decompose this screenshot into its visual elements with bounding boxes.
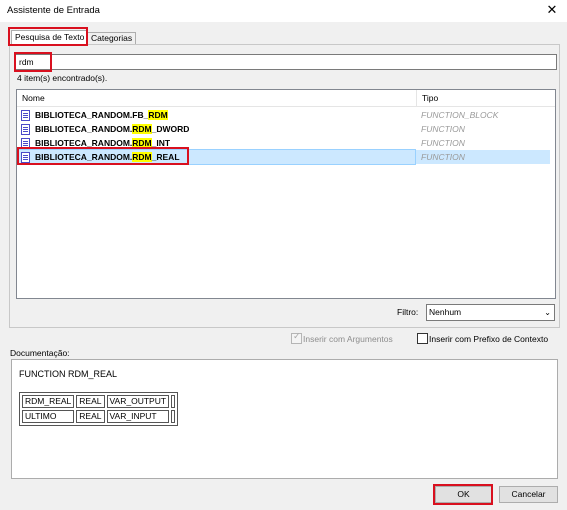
search-input[interactable]: rdm: [15, 54, 557, 70]
insert-with-args-checkbox[interactable]: ✓: [291, 331, 302, 344]
close-icon[interactable]: ✕: [545, 2, 559, 18]
insert-with-args-label: Inserir com Argumentos: [303, 334, 393, 344]
item-name: BIBLIOTECA_RANDOM.RDM_INT: [35, 138, 171, 148]
list-item-selected[interactable]: BIBLIOTECA_RANDOM.RDM_REAL FUNCTION: [17, 149, 550, 165]
item-type: FUNCTION: [421, 152, 465, 162]
checkmark-icon: ✓: [293, 331, 301, 341]
name-cell: BIBLIOTECA_RANDOM.RDM_DWORD: [19, 122, 415, 136]
title-bar: Assistente de Entrada ✕: [0, 0, 567, 22]
item-name: BIBLIOTECA_RANDOM.RDM_DWORD: [35, 124, 190, 134]
table-row: ULTIMO REAL VAR_INPUT: [22, 410, 176, 423]
param-name: ULTIMO: [22, 410, 75, 423]
column-header-type[interactable]: Tipo: [417, 90, 555, 107]
filter-value: Nenhum: [429, 307, 462, 317]
item-type: FUNCTION: [421, 138, 465, 148]
insert-with-context-checkbox[interactable]: [417, 333, 428, 344]
cancel-button[interactable]: Cancelar: [499, 486, 558, 503]
function-icon: [21, 152, 30, 163]
insert-with-context-label: Inserir com Prefixo de Contexto: [429, 334, 549, 344]
param-kind: VAR_INPUT: [106, 410, 170, 423]
param-comment: [171, 395, 176, 408]
table-row: RDM_REAL REAL VAR_OUTPUT: [22, 395, 176, 408]
name-cell: BIBLIOTECA_RANDOM.RDM_REAL: [18, 149, 416, 165]
column-header-name[interactable]: Nome: [17, 90, 417, 107]
param-type: REAL: [76, 395, 105, 408]
documentation-label: Documentação:: [10, 348, 70, 358]
params-table: RDM_REAL REAL VAR_OUTPUT ULTIMO REAL VAR…: [19, 392, 179, 426]
window-title: Assistente de Entrada: [7, 5, 100, 16]
match-highlight: RDM: [132, 152, 152, 162]
filter-label: Filtro:: [397, 307, 419, 317]
documentation-panel: FUNCTION RDM_REAL RDM_REAL REAL VAR_OUTP…: [11, 359, 558, 479]
function-block-icon: [21, 110, 30, 121]
match-highlight: RDM: [148, 110, 168, 120]
filter-dropdown[interactable]: Nenhum ⌄: [426, 304, 555, 321]
name-cell: BIBLIOTECA_RANDOM.FB_RDM: [19, 108, 415, 122]
chevron-down-icon: ⌄: [544, 308, 551, 317]
list-item[interactable]: BIBLIOTECA_RANDOM.RDM_DWORD FUNCTION: [17, 122, 550, 136]
item-type: FUNCTION: [421, 124, 465, 134]
function-icon: [21, 138, 30, 149]
name-cell: BIBLIOTECA_RANDOM.RDM_INT: [19, 136, 415, 150]
ok-button[interactable]: OK: [435, 486, 492, 503]
match-highlight: RDM: [132, 124, 152, 134]
function-icon: [21, 124, 30, 135]
item-name: BIBLIOTECA_RANDOM.RDM_REAL: [35, 152, 180, 162]
item-name: BIBLIOTECA_RANDOM.FB_RDM: [35, 110, 168, 120]
tab-categorias[interactable]: Categorias: [87, 32, 137, 44]
results-list[interactable]: Nome Tipo BIBLIOTECA_RANDOM.FB_RDM FUNCT…: [16, 89, 556, 299]
list-item[interactable]: BIBLIOTECA_RANDOM.RDM_INT FUNCTION: [17, 136, 550, 150]
param-name: RDM_REAL: [22, 395, 75, 408]
tab-pesquisa-de-texto[interactable]: Pesquisa de Texto: [11, 30, 89, 45]
param-comment: [171, 410, 176, 423]
param-type: REAL: [76, 410, 105, 423]
item-type: FUNCTION_BLOCK: [421, 110, 499, 120]
match-highlight: RDM: [132, 138, 152, 148]
result-count: 4 item(s) encontrado(s).: [17, 73, 108, 83]
documentation-title: FUNCTION RDM_REAL: [19, 369, 118, 379]
list-item[interactable]: BIBLIOTECA_RANDOM.FB_RDM FUNCTION_BLOCK: [17, 108, 550, 122]
param-kind: VAR_OUTPUT: [106, 395, 170, 408]
